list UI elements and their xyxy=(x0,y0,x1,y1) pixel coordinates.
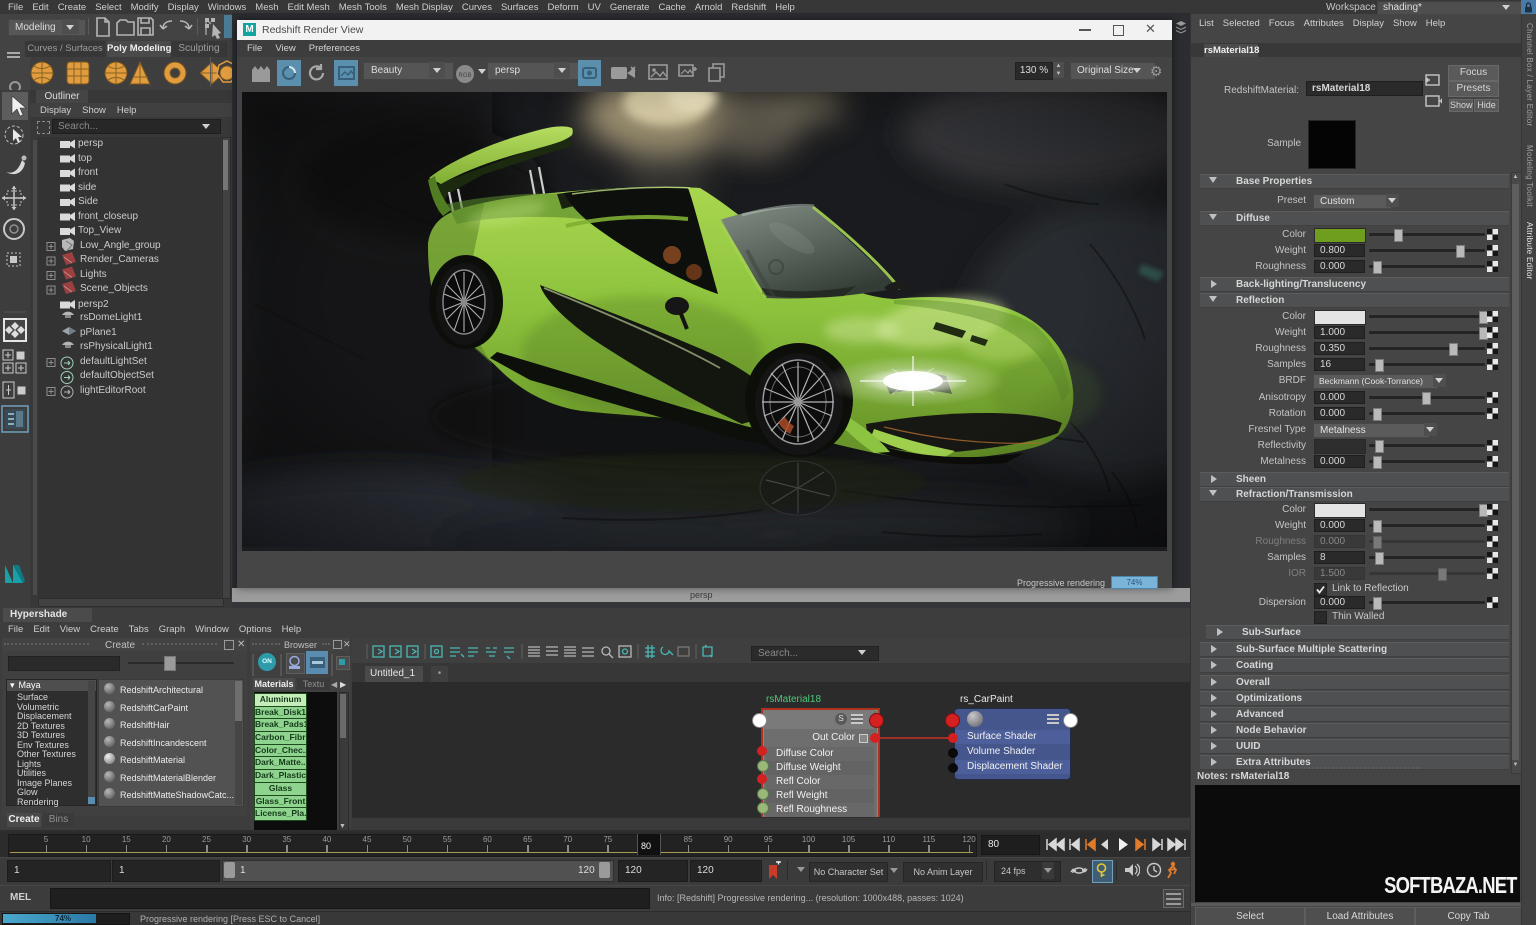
svg-text:RGB: RGB xyxy=(458,73,471,79)
